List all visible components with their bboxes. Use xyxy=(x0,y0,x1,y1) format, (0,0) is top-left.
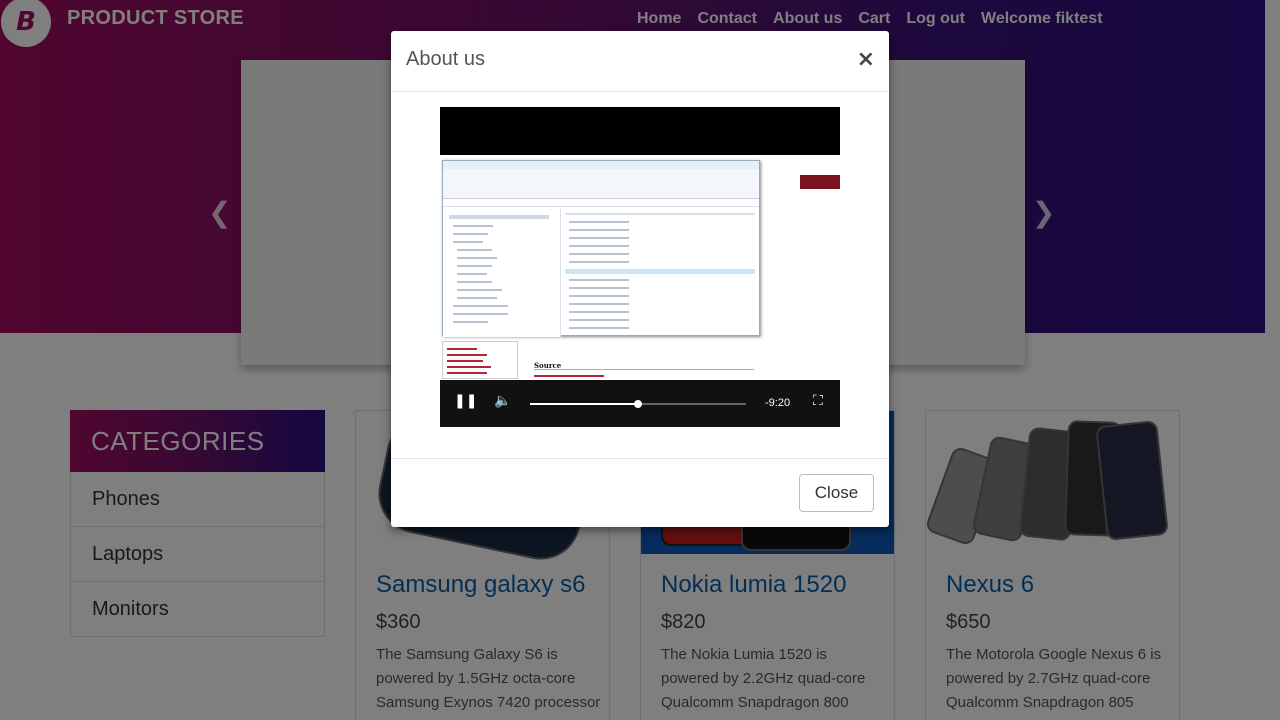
time-remaining: -9:20 xyxy=(765,397,791,409)
close-button[interactable]: Close xyxy=(799,474,874,512)
fullscreen-icon[interactable]: ⛶ xyxy=(813,393,823,409)
progress-bar[interactable] xyxy=(530,400,746,408)
close-icon[interactable]: × xyxy=(857,47,875,72)
video-frame: Source xyxy=(440,155,840,381)
video-controls: ❚❚ 🔈 -9:20 ⛶ xyxy=(440,380,840,427)
video-content-sidebar xyxy=(442,341,518,379)
video-content-explorer xyxy=(442,160,760,337)
modal-title: About us xyxy=(406,48,485,70)
about-us-modal: About us × Source ❚❚ 🔈 -9:20 ⛶ Close xyxy=(391,31,889,527)
divider xyxy=(391,458,889,459)
pause-icon[interactable]: ❚❚ xyxy=(454,393,477,409)
video-player[interactable]: Source ❚❚ 🔈 -9:20 ⛶ xyxy=(440,107,840,427)
volume-icon[interactable]: 🔈 xyxy=(494,393,511,409)
divider xyxy=(391,91,889,92)
